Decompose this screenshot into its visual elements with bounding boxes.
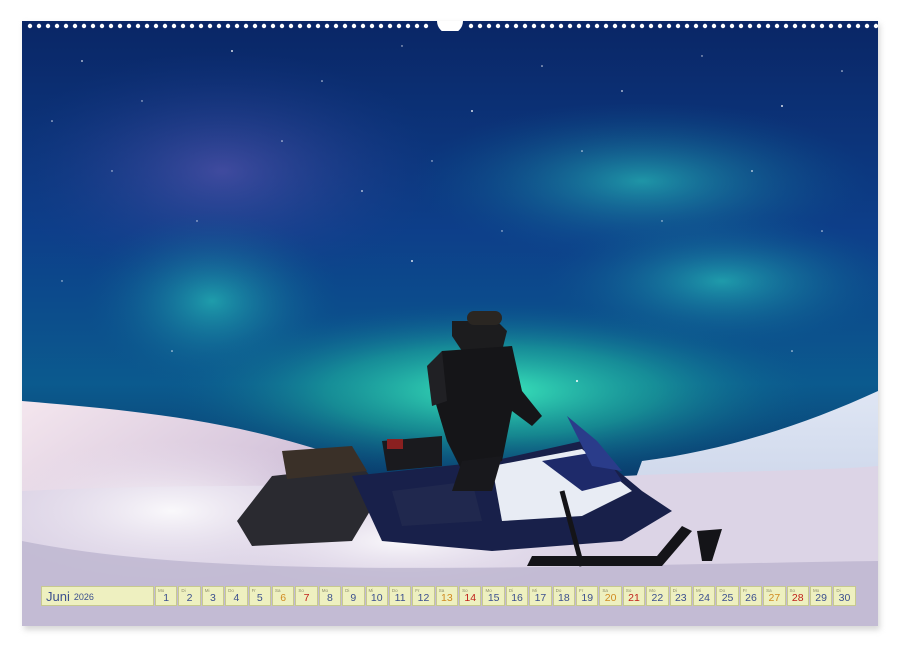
calendar-day: Mo 22 [646, 586, 669, 606]
day-number: 1 [163, 592, 170, 604]
day-number: 5 [256, 592, 263, 604]
spiral-binding [22, 21, 878, 31]
day-number: 29 [815, 592, 827, 604]
spiral-binding-icon [27, 21, 878, 31]
calendar-day: Mo 29 [809, 586, 833, 606]
day-number: 8 [327, 592, 333, 604]
day-number: 2 [186, 592, 193, 604]
month-label: Juni 2026 [41, 586, 154, 606]
day-number: 21 [628, 592, 640, 604]
day-number: 3 [210, 592, 216, 604]
day-number: 6 [280, 592, 287, 604]
calendar-day: Sa 27 [763, 586, 786, 606]
month-name: Juni [46, 588, 70, 604]
day-number: 7 [303, 592, 310, 604]
calendar-day: Di 30 [833, 586, 856, 606]
day-number: 19 [581, 592, 594, 604]
calendar-day: So 14 [459, 586, 482, 606]
day-number: 23 [674, 592, 687, 604]
month-year: 2026 [73, 592, 94, 602]
day-number: 24 [698, 592, 711, 604]
day-number: 22 [651, 592, 664, 604]
calendar-day: Di 16 [505, 586, 529, 606]
day-number: 12 [417, 592, 430, 604]
calendar-day: So 7 [295, 586, 318, 606]
day-number: 13 [441, 592, 453, 604]
calendar-day: Do 18 [552, 586, 576, 606]
day-number: 15 [487, 592, 500, 604]
calendar-day: Do 11 [388, 586, 412, 606]
day-number: 10 [370, 592, 383, 604]
calendar-day: Mi 10 [365, 586, 388, 606]
day-number: 18 [557, 592, 570, 604]
calendar-day: Mo 15 [482, 586, 505, 606]
calendar-day: Fr 19 [576, 586, 599, 606]
calendar-photo [22, 21, 878, 626]
calendar-day: Fr 12 [412, 586, 435, 606]
calendar-day: Mo 1 [155, 586, 178, 606]
calendar-day: Mi 3 [201, 586, 225, 606]
calendar-day: Di 2 [178, 586, 201, 606]
calendar-day: Sa 6 [271, 586, 295, 606]
day-number: 25 [721, 592, 734, 604]
calendar-day: Sa 13 [435, 586, 459, 606]
calendar-day: Di 9 [342, 586, 365, 606]
calendar-day: Fr 26 [739, 586, 763, 606]
day-number: 20 [604, 592, 617, 604]
calendar-day: Fr 5 [248, 586, 271, 606]
day-number: 26 [745, 592, 757, 604]
day-number: 16 [511, 592, 523, 604]
day-number: 11 [394, 592, 406, 604]
calendar-day: Mo 8 [318, 586, 342, 606]
day-number: 9 [350, 592, 357, 604]
calendar-day: Sa 20 [599, 586, 622, 606]
calendar-day: So 28 [786, 586, 809, 606]
calendar-day: Mi 17 [529, 586, 552, 606]
calendar-day: So 21 [622, 586, 646, 606]
hanger-notch-icon [437, 21, 463, 31]
day-number: 17 [534, 592, 547, 604]
calendar-day: Do 25 [716, 586, 739, 606]
aurora-snowmobile-scene [22, 21, 878, 626]
calendar-day: Do 4 [225, 586, 248, 606]
calendar-day: Mi 24 [692, 586, 716, 606]
day-number: 30 [838, 592, 851, 604]
calendar-strip: Juni 2026 Mo 1 Di 2 Mi 3 Do 4 Fr 5 Sa 6 So 7 Mo 8 Di 9 Mi 1… [41, 586, 856, 606]
day-number: 28 [791, 592, 804, 604]
day-number: 14 [464, 592, 477, 604]
day-number: 27 [768, 592, 781, 604]
day-number: 4 [233, 592, 240, 604]
calendar-day: Di 23 [669, 586, 692, 606]
